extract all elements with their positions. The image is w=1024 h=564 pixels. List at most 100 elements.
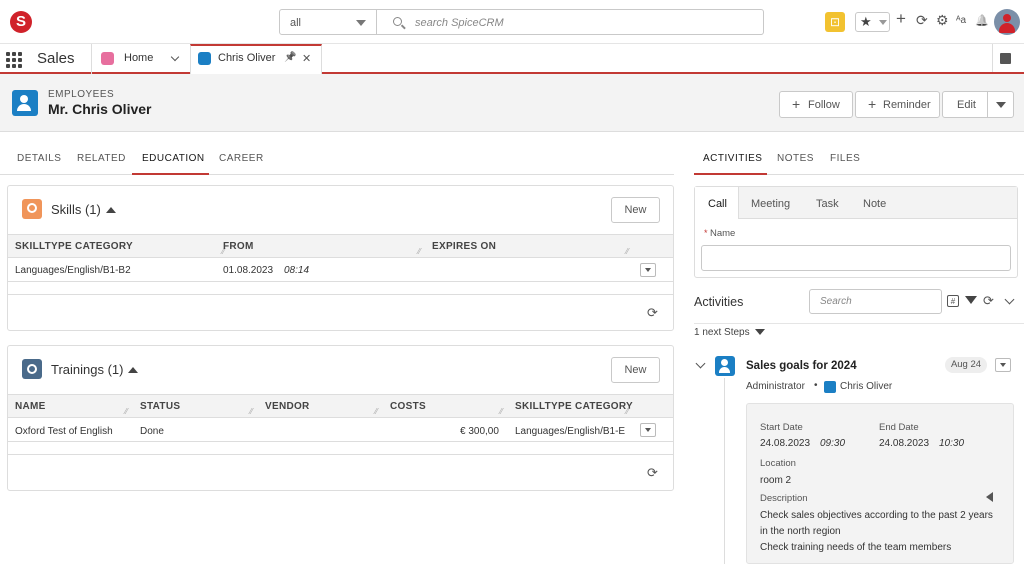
hash-icon[interactable]: # [947, 295, 959, 307]
speaker-icon[interactable] [986, 492, 993, 502]
table-row[interactable]: Oxford Test of English Done € 300,00 Lan… [8, 418, 673, 442]
refresh-icon[interactable]: ⟳ [647, 465, 658, 481]
training-costs-cell: € 300,00 [460, 426, 499, 437]
divider [8, 454, 673, 455]
resize-handle[interactable]: ⁄⁄ [250, 407, 258, 416]
start-date-value: 24.08.2023 [760, 438, 811, 449]
resize-handle[interactable]: ⁄⁄ [125, 407, 133, 416]
resize-handle[interactable]: ⁄⁄ [418, 247, 426, 256]
follow-label: Follow [808, 99, 840, 111]
trainings-title-text: Trainings (1) [51, 362, 124, 377]
tab-career[interactable]: CAREER [219, 153, 264, 164]
collapse-icon [128, 367, 139, 373]
tab-activities[interactable]: ACTIVITIES [703, 153, 762, 164]
event-assigned-user[interactable]: Administrator [746, 381, 805, 392]
user-avatar[interactable] [994, 9, 1020, 35]
quick-activity-panel: Call Meeting Task Note * Name [694, 186, 1018, 278]
skills-title[interactable]: Skills (1) [51, 202, 116, 217]
module-select-value: all [290, 17, 302, 29]
table-row[interactable]: Languages/English/B1-B2 01.08.2023 08:14 [8, 258, 673, 282]
tab-home[interactable]: Home [91, 44, 190, 74]
edit-button[interactable]: Edit [942, 91, 988, 118]
tab-divider [0, 174, 674, 175]
description-line: Check sales objectives according to the … [760, 510, 993, 521]
resize-handle[interactable]: ⁄⁄ [626, 407, 634, 416]
column-header[interactable]: SKILLTYPE CATEGORY [15, 241, 133, 252]
tab-details[interactable]: DETAILS [17, 153, 61, 164]
app-name: Sales [37, 50, 75, 67]
record-title: Mr. Chris Oliver [48, 101, 152, 117]
chevron-down-icon[interactable] [170, 52, 180, 62]
pin-icon[interactable]: 📌 [284, 52, 296, 63]
tab-notes[interactable]: NOTES [777, 153, 814, 164]
resize-handle[interactable]: ⁄⁄ [500, 407, 508, 416]
description-line: Check training needs of the team members [760, 542, 952, 553]
calendar-icon[interactable]: ⊡ [825, 12, 845, 32]
column-header[interactable]: VENDOR [265, 401, 310, 412]
event-contact[interactable]: Chris Oliver [840, 381, 892, 392]
description-label: Description [760, 493, 808, 504]
event-details: Start Date 24.08.2023 09:30 End Date 24.… [746, 403, 1014, 564]
active-tab-indicator [694, 173, 767, 175]
trainings-table-header: NAME ⁄⁄ STATUS ⁄⁄ VENDOR ⁄⁄ COSTS ⁄⁄ SKI… [8, 394, 673, 418]
app-launcher-icon[interactable] [6, 52, 22, 68]
star-icon: ★ [860, 14, 872, 29]
tab-files[interactable]: FILES [830, 153, 860, 164]
row-actions-dropdown[interactable] [640, 263, 656, 277]
name-label: Name [710, 228, 736, 239]
trainings-card: Trainings (1) New NAME ⁄⁄ STATUS ⁄⁄ VEND… [7, 345, 674, 491]
tab-education[interactable]: EDUCATION [142, 153, 205, 164]
font-size-icon[interactable]: ᴬa [956, 13, 966, 29]
next-steps-toggle[interactable]: 1 next Steps [694, 327, 765, 338]
plus-icon: + [792, 96, 801, 112]
global-search-input[interactable]: search SpiceCRM [377, 9, 764, 35]
close-icon[interactable]: ✕ [302, 52, 311, 65]
expand-chevron-icon[interactable] [695, 358, 706, 369]
tab-related[interactable]: RELATED [77, 153, 126, 164]
record-header: EMPLOYEES Mr. Chris Oliver + Follow + Re… [0, 74, 1024, 132]
bell-icon[interactable]: 🔔 [975, 13, 989, 29]
tab-chris-oliver[interactable]: Chris Oliver 📌 ✕ [190, 44, 322, 74]
follow-button[interactable]: + Follow [779, 91, 853, 118]
plus-icon[interactable]: + [896, 10, 906, 27]
column-header[interactable]: SKILLTYPE CATEGORY [515, 401, 633, 412]
tab-call[interactable]: Call [695, 187, 739, 219]
tab-overflow[interactable] [992, 44, 1024, 72]
more-actions-button[interactable] [987, 91, 1014, 118]
tab-task[interactable]: Task [816, 198, 839, 210]
spicecrm-logo[interactable]: S [10, 11, 32, 33]
column-header[interactable]: FROM [223, 241, 254, 252]
column-header[interactable]: EXPIRES ON [432, 241, 496, 252]
next-steps-label: 1 next Steps [694, 327, 750, 338]
module-select[interactable]: all [279, 9, 377, 35]
refresh-icon[interactable]: ⟳ [983, 293, 994, 309]
chevron-down-icon [879, 20, 887, 25]
resize-handle[interactable]: ⁄⁄ [375, 407, 383, 416]
favorites-button[interactable]: ★ [855, 12, 890, 32]
row-actions-dropdown[interactable] [640, 423, 656, 437]
call-name-input[interactable] [701, 245, 1011, 271]
tab-note[interactable]: Note [863, 198, 886, 210]
filter-icon[interactable] [965, 296, 977, 304]
chevron-down-icon[interactable] [1004, 294, 1015, 305]
skills-new-button[interactable]: New [611, 197, 660, 223]
edit-label: Edit [957, 99, 976, 111]
activities-search-input[interactable]: Search [809, 289, 942, 314]
column-header[interactable]: COSTS [390, 401, 426, 412]
reminder-button[interactable]: + Reminder [855, 91, 940, 118]
gear-icon[interactable]: ⚙ [936, 12, 949, 28]
event-title[interactable]: Sales goals for 2024 [746, 360, 857, 372]
trainings-title[interactable]: Trainings (1) [51, 362, 139, 377]
trainings-new-button[interactable]: New [611, 357, 660, 383]
tab-meeting[interactable]: Meeting [751, 198, 790, 210]
event-actions-dropdown[interactable] [995, 358, 1011, 372]
refresh-icon[interactable]: ⟳ [647, 305, 658, 321]
column-header[interactable]: NAME [15, 401, 46, 412]
resize-handle[interactable]: ⁄⁄ [626, 247, 634, 256]
location-value: room 2 [760, 475, 792, 486]
skills-card: Skills (1) New SKILLTYPE CATEGORY ⁄⁄ FRO… [7, 185, 674, 331]
event-date-badge: Aug 24 [945, 357, 987, 373]
search-icon [393, 17, 402, 26]
sync-icon[interactable]: ⟳ [916, 12, 928, 28]
column-header[interactable]: STATUS [140, 401, 180, 412]
